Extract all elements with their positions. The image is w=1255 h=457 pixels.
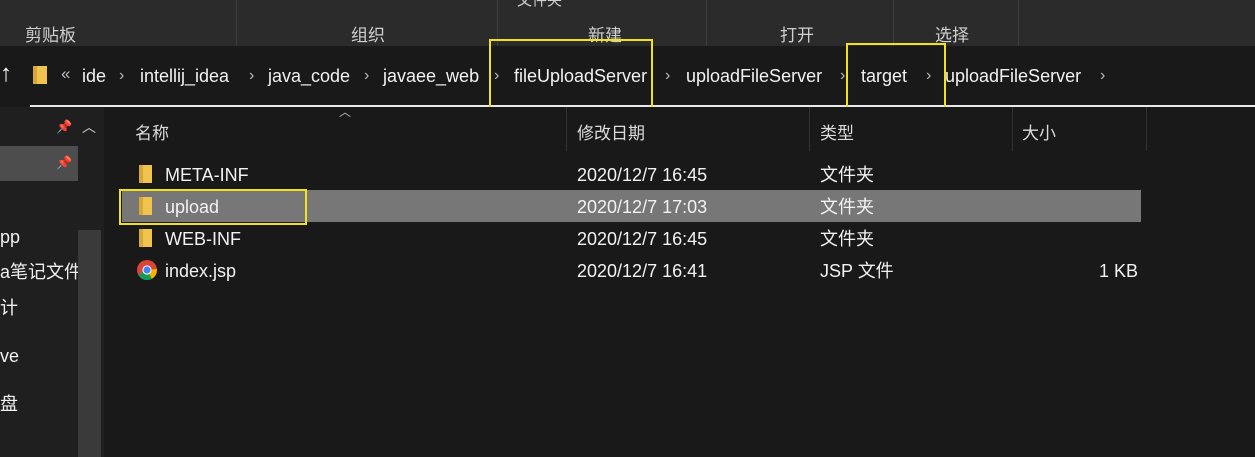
file-type: 文件夹	[820, 197, 874, 217]
breadcrumb-ide[interactable]: ide	[82, 65, 106, 87]
folder-icon	[139, 165, 152, 183]
ribbon-divider	[893, 0, 894, 46]
file-size: 1 KB	[1099, 261, 1139, 281]
column-header-type[interactable]: 类型	[820, 119, 854, 144]
ribbon-divider	[706, 0, 707, 46]
column-divider[interactable]	[1012, 107, 1013, 151]
file-modified: 2020/12/7 16:45	[577, 229, 708, 249]
chevron-right-icon[interactable]: ›	[840, 66, 845, 86]
file-name[interactable]: index.jsp	[165, 260, 236, 282]
pin-icon[interactable]: 📌	[56, 155, 72, 171]
column-divider[interactable]	[1146, 107, 1147, 151]
column-divider[interactable]	[809, 107, 810, 151]
file-modified: 2020/12/7 17:03	[577, 197, 708, 217]
folder-icon	[139, 229, 152, 247]
column-header-name[interactable]: 名称	[135, 119, 169, 144]
column-divider[interactable]	[566, 107, 567, 151]
file-type: 文件夹	[820, 229, 874, 249]
breadcrumb-uploadfileserver-current[interactable]: uploadFileServer	[945, 65, 1081, 87]
file-name[interactable]: WEB-INF	[165, 228, 241, 250]
highlight-box-fileuploadserver	[489, 39, 653, 110]
pin-icon[interactable]: 📌	[56, 119, 72, 135]
ribbon-cut-text: 文件夹	[517, 0, 563, 9]
nav-item-design[interactable]: 计	[0, 297, 18, 319]
up-arrow-icon[interactable]: ↑	[0, 62, 12, 86]
nav-item-drive[interactable]: ve	[0, 345, 19, 367]
chevron-right-icon[interactable]: ›	[665, 66, 670, 86]
breadcrumb-intellij-idea[interactable]: intellij_idea	[140, 65, 229, 87]
ribbon-group-open[interactable]: 打开	[780, 21, 814, 46]
file-modified: 2020/12/7 16:45	[577, 165, 708, 185]
breadcrumb-java-code[interactable]: java_code	[268, 65, 350, 87]
chevron-right-icon[interactable]: ›	[119, 66, 124, 86]
chevron-right-icon[interactable]: ›	[1100, 66, 1105, 86]
folder-icon	[33, 66, 47, 84]
breadcrumb-uploadfileserver[interactable]: uploadFileServer	[686, 65, 822, 87]
column-header-size[interactable]: 大小	[1022, 119, 1056, 144]
chevron-right-icon[interactable]: ›	[249, 66, 254, 86]
file-modified: 2020/12/7 16:41	[577, 261, 708, 281]
chrome-icon	[137, 260, 157, 280]
chevron-right-icon[interactable]: ›	[364, 66, 369, 86]
nav-item-disk[interactable]: 盘	[0, 393, 18, 415]
column-header-modified[interactable]: 修改日期	[577, 119, 645, 144]
breadcrumb-overflow-icon[interactable]: «	[61, 64, 70, 84]
highlight-box-upload	[119, 189, 307, 225]
nav-item-notes[interactable]: a笔记文件	[0, 261, 82, 283]
chevron-up-icon[interactable]: ︿	[82, 117, 96, 137]
breadcrumb-javaee-web[interactable]: javaee_web	[383, 65, 479, 87]
file-type: 文件夹	[820, 165, 874, 185]
ribbon-divider	[1018, 0, 1019, 46]
ribbon-group-organize[interactable]: 组织	[351, 21, 385, 46]
sort-caret-icon: ︿	[339, 105, 352, 119]
file-type: JSP 文件	[820, 261, 894, 281]
highlight-box-target	[846, 43, 946, 113]
nav-scrollbar[interactable]	[78, 230, 101, 457]
ribbon-group-clipboard[interactable]: 剪贴板	[25, 21, 76, 46]
ribbon-divider	[236, 0, 237, 46]
nav-item-app[interactable]: pp	[0, 226, 20, 248]
file-name[interactable]: META-INF	[165, 164, 249, 186]
file-list[interactable]	[104, 107, 1255, 457]
